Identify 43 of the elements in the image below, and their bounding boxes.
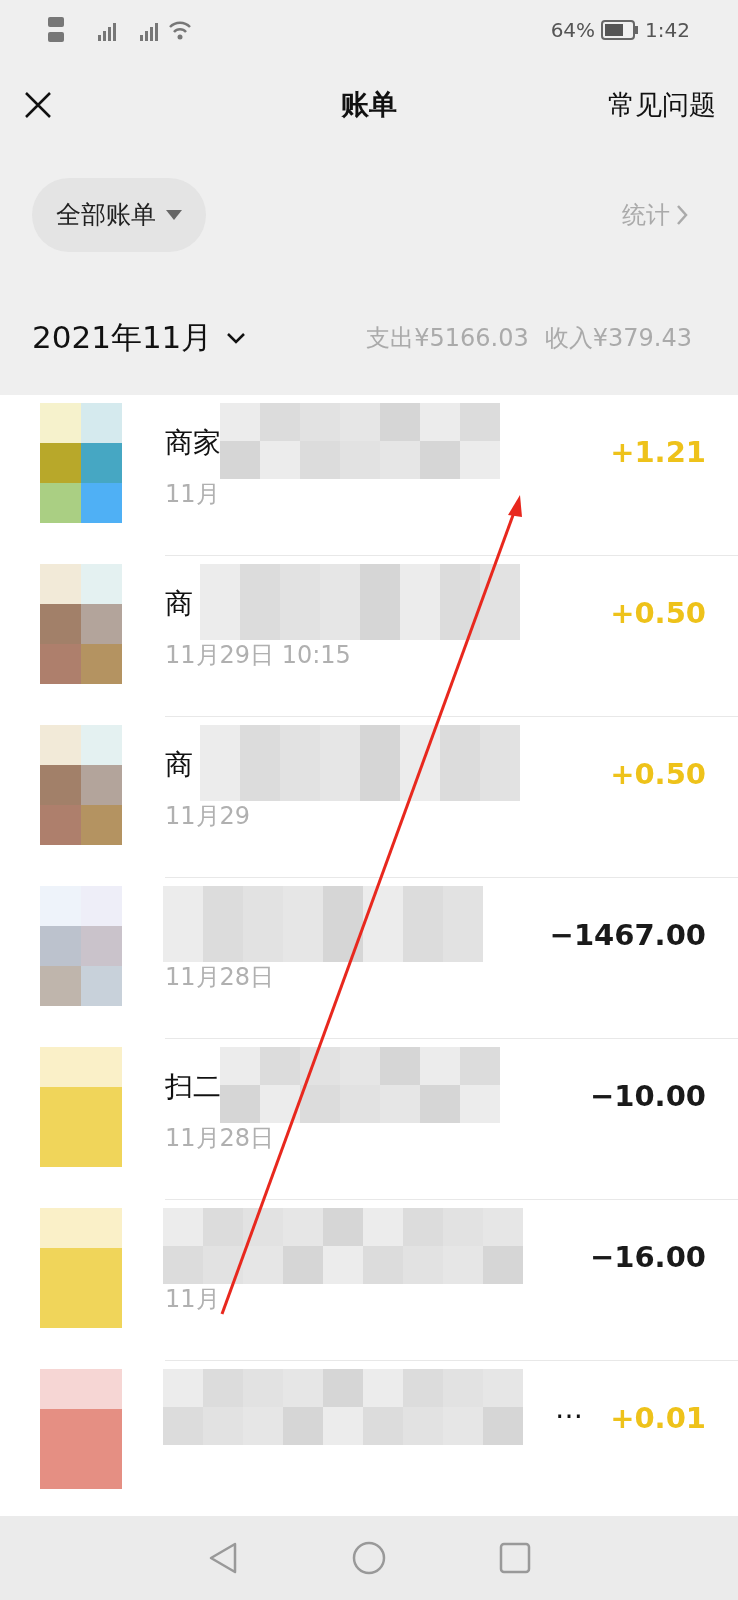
home-button[interactable] — [352, 1541, 386, 1575]
merchant-name: 商家 — [165, 425, 221, 461]
bill-amount: +1.21 — [610, 434, 706, 471]
bill-row[interactable]: 11月 −16.00 — [0, 1200, 738, 1361]
clock: 1:42 — [645, 17, 690, 44]
bill-row[interactable]: 商 11月29 +0.50 — [0, 717, 738, 878]
bill-date: 11月29日 10:15 — [165, 640, 351, 670]
battery-icon — [601, 20, 640, 40]
bill-row[interactable]: 11月28日 −1467.00 — [0, 878, 738, 1039]
merchant-name: 商 — [165, 747, 194, 783]
expense-total: 支出¥5166.03 — [366, 322, 529, 354]
bill-date: 11月29 — [165, 801, 251, 831]
dropdown-icon — [166, 210, 182, 220]
bill-date: 11月28日 — [165, 1123, 275, 1153]
recents-icon — [499, 1542, 532, 1574]
faq-link[interactable]: 常见问题 — [608, 84, 716, 126]
bill-row[interactable]: … +0.01 — [0, 1361, 738, 1516]
bill-amount: −10.00 — [589, 1078, 706, 1115]
bill-amount: +0.50 — [610, 756, 706, 793]
merchant-name: 商 — [165, 586, 194, 622]
chevron-right-icon — [676, 204, 688, 226]
page-title: 账单 — [341, 87, 397, 123]
bill-amount: −1467.00 — [549, 917, 706, 954]
merchant-name: … — [555, 1391, 583, 1427]
battery-percent: 64% — [550, 17, 596, 44]
income-total: 收入¥379.43 — [544, 322, 692, 354]
signal-icon — [48, 15, 193, 45]
merchant-name: 扫二 — [165, 1069, 222, 1105]
bill-amount: +0.50 — [610, 595, 706, 632]
bill-amount: −16.00 — [589, 1239, 706, 1276]
recents-button[interactable] — [499, 1542, 532, 1574]
bill-filter-dropdown[interactable]: 全部账单 — [32, 178, 206, 252]
month-picker[interactable]: 2021年11月 — [32, 314, 247, 361]
bill-amount: +0.01 — [610, 1400, 706, 1437]
bill-date: 11月 — [165, 1284, 220, 1314]
bill-row[interactable]: 商 11月29日 10:15 +0.50 — [0, 556, 738, 717]
chevron-down-icon — [226, 331, 247, 344]
bill-row[interactable]: 商家 11月 +1.21 — [0, 395, 738, 556]
home-icon — [352, 1541, 386, 1575]
bill-date: 11月 — [165, 479, 221, 509]
close-icon — [24, 91, 52, 119]
bill-row[interactable]: 扫二 11月28日 −10.00 — [0, 1039, 738, 1200]
bill-date: 11月28日 — [165, 962, 275, 992]
